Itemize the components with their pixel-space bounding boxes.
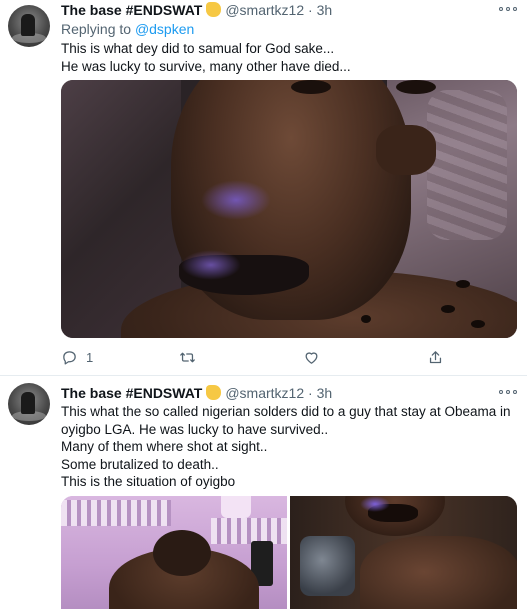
photo-body [360,536,517,609]
avatar-image-figure [21,14,35,36]
reply-button[interactable]: 1 [61,347,93,367]
photo-eye-right [396,80,436,94]
user-handle[interactable]: @smartkz12 [225,385,304,401]
timestamp[interactable]: 3h [317,385,333,401]
tweet-photo-right[interactable] [290,496,517,609]
raised-hand-emoji-icon [206,2,222,17]
photo-eye-left [291,80,331,94]
tweet-text-line: oyigbo LGA. He was lucky to have survive… [61,421,329,437]
tweet-text-line: Many of them where shot at sight.. [61,439,268,454]
tweet-header: The base #ENDSWAT @smartkz12 · 3h [61,1,332,19]
tweet-text: This is what dey did to samual for God s… [61,40,521,75]
display-name[interactable]: The base #ENDSWAT [61,2,202,18]
photo-bottle [300,536,355,596]
raised-hand-emoji-icon [206,385,222,400]
timestamp[interactable]: 3h [317,2,333,18]
share-button[interactable] [427,347,444,367]
photo-wall-pattern [211,518,287,544]
photo-purple-stain [360,496,390,512]
tweet-photo[interactable] [61,80,517,338]
photo-nose [376,125,436,175]
separator-dot: · [308,385,313,401]
more-options-icon[interactable] [499,387,517,397]
tweet-text-line: This is what dey did to samual for God s… [61,41,335,56]
avatar-image-figure [21,392,35,414]
replying-to-mention[interactable]: @dspken [135,21,194,37]
tweet-text-line: Some brutalized to death.. [61,456,219,472]
photo-curtain [427,90,507,240]
tweet-1[interactable]: The base #ENDSWAT @smartkz12 · 3h Replyin… [0,0,527,376]
avatar[interactable] [8,5,50,47]
separator-dot: · [308,2,313,18]
like-button[interactable] [303,347,320,367]
photo-purple-stain [181,250,241,280]
display-name[interactable]: The base #ENDSWAT [61,385,202,401]
photo-lamp [221,496,251,518]
photo-wound-mark [441,305,455,313]
replying-to-label: Replying to [61,21,132,37]
retweet-button[interactable] [179,347,196,367]
like-icon [305,351,318,364]
tweet-text: This what the so called nigerian solders… [61,403,521,491]
tweet-text-line: This what the so called nigerian solders… [61,404,511,419]
tweet-text-line: He was lucky to survive, many other have… [61,58,351,74]
photo-purple-stain [201,180,271,220]
photo-person-head [153,530,211,576]
tweet-actions: 1 [61,347,481,367]
retweet-icon [180,352,195,362]
replying-to: Replying to @dspken [61,20,194,38]
more-options-icon[interactable] [499,4,517,14]
reply-icon [63,350,76,365]
avatar[interactable] [8,383,50,425]
photo-wound-mark [361,315,371,323]
tweet-2[interactable]: The base #ENDSWAT @smartkz12 · 3h This wh… [0,376,527,609]
user-handle[interactable]: @smartkz12 [225,2,304,18]
photo-wound-mark [471,320,485,328]
tweet-text-line: This is the situation of oyigbo [61,474,236,489]
tweet-photo-left[interactable] [61,496,287,609]
reply-count: 1 [86,349,94,365]
photo-wall-pattern [61,500,171,526]
share-icon [429,350,442,363]
tweet-header: The base #ENDSWAT @smartkz12 · 3h [61,384,332,402]
photo-wound-mark [456,280,470,288]
